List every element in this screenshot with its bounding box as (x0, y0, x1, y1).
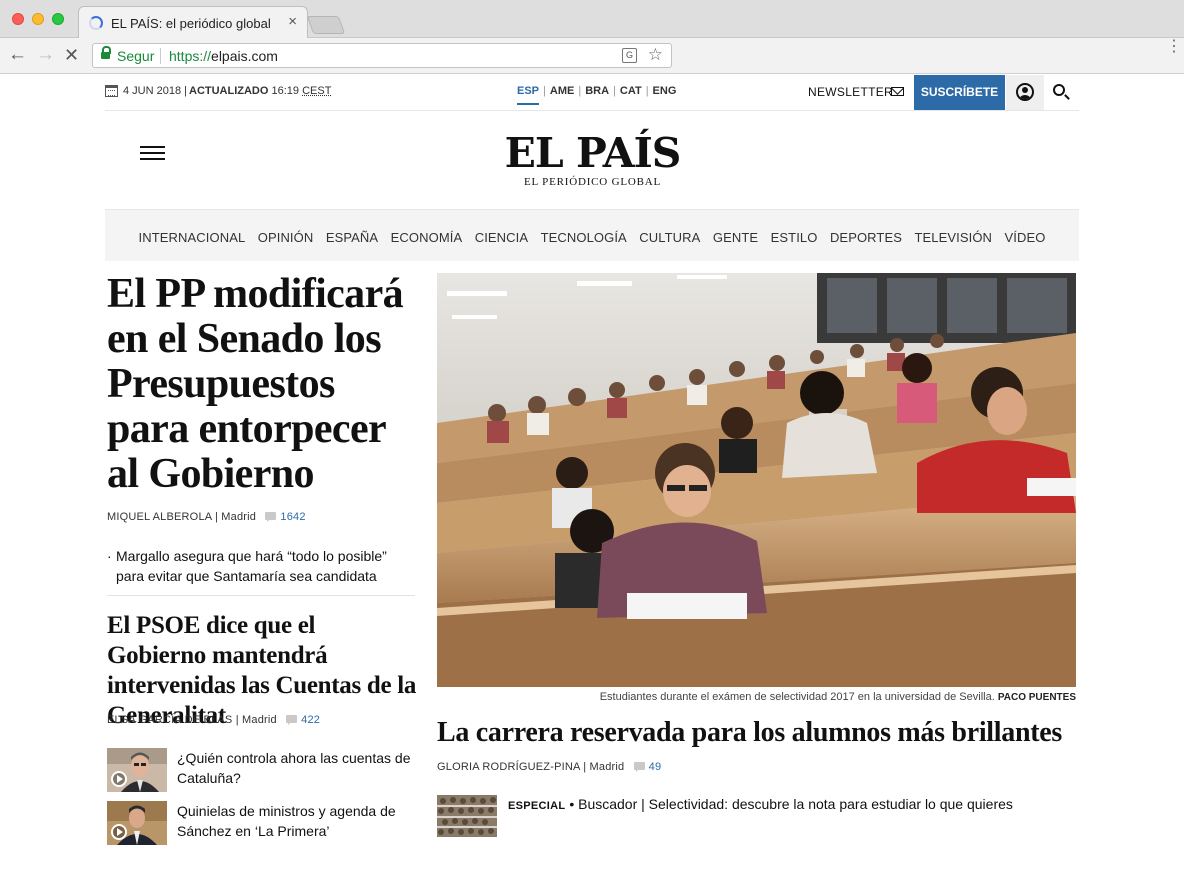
back-arrow-icon[interactable]: ← (8, 44, 27, 66)
user-icon (1016, 83, 1034, 101)
play-icon (111, 771, 127, 787)
comment-icon (265, 512, 277, 522)
section-link-espana[interactable]: ESPAÑA (326, 210, 378, 265)
comment-icon (286, 715, 298, 725)
logo-title: EL PAÍS (504, 129, 682, 177)
section-link-tecnologia[interactable]: TECNOLOGÍA (541, 210, 627, 265)
video-thumbnail[interactable] (107, 801, 167, 845)
edition-selector: ESP | AME | BRA | CAT | ENG (517, 85, 676, 105)
section-link-gente[interactable]: GENTE (713, 210, 758, 265)
user-account-button[interactable] (1006, 75, 1044, 110)
window-minimize-button[interactable] (32, 13, 44, 25)
new-tab-button[interactable] (306, 16, 346, 34)
section-nav: INTERNACIONAL OPINIÓN ESPAÑA ECONOMÍA CI… (105, 209, 1079, 261)
special-thumbnail[interactable] (437, 795, 497, 837)
second-city: | Madrid (235, 714, 277, 726)
updated-label: ACTUALIZADO (189, 85, 269, 97)
lead-photo[interactable] (437, 273, 1076, 687)
mail-icon[interactable] (891, 87, 904, 96)
timezone: CEST (302, 85, 332, 97)
search-icon[interactable] (1053, 84, 1065, 96)
list-item[interactable]: Quinielas de ministros y agenda de Sánch… (107, 801, 417, 845)
bookmark-star-icon[interactable]: ☆ (648, 45, 663, 65)
edition-ame[interactable]: AME (550, 85, 574, 97)
section-link-television[interactable]: TELEVISIÓN (914, 210, 992, 265)
second-headline[interactable]: El PSOE dice que el Gobierno mantendrá i… (107, 611, 417, 731)
tab-title: EL PAÍS: el periódico global (111, 16, 271, 31)
subscribe-button[interactable]: SUSCRÍBETE (914, 75, 1005, 110)
second-author[interactable]: ELSA GARCÍA DE BLAS (107, 714, 232, 726)
url-scheme: https:// (169, 48, 212, 64)
edition-cat[interactable]: CAT (620, 85, 642, 97)
lead-byline: MIQUEL ALBEROLA | Madrid 1642 (107, 511, 306, 523)
photo-story-comment-count[interactable]: 49 (649, 761, 662, 773)
updated-time: 16:19 (271, 85, 300, 97)
section-link-opinion[interactable]: OPINIÓN (258, 210, 314, 265)
lead-city: | Madrid (214, 511, 257, 523)
translate-icon[interactable]: G (622, 48, 637, 63)
top-bar: 4 JUN 2018 | ACTUALIZADO 16:19 CEST ESP |… (105, 75, 1079, 111)
updated-text: ACTUALIZADO 16:19 CEST (189, 85, 331, 97)
section-link-internacional[interactable]: INTERNACIONAL (139, 210, 246, 265)
photo-story-headline[interactable]: La carrera reservada para los alumnos má… (437, 717, 1077, 749)
list-item-text: ¿Quién controla ahora las cuentas de Cat… (177, 750, 411, 786)
site-logo[interactable]: EL PAÍS EL PERIÓDICO GLOBAL (490, 131, 695, 188)
calendar-icon (105, 85, 118, 97)
related-link[interactable]: · Margallo asegura que hará “todo lo pos… (107, 546, 417, 586)
related-bullet: · (107, 548, 112, 564)
section-link-economia[interactable]: ECONOMÍA (391, 210, 463, 265)
section-link-ciencia[interactable]: CIENCIA (475, 210, 528, 265)
loading-spinner-icon (89, 16, 103, 30)
browser-titlebar: EL PAÍS: el periódico global × (0, 0, 1184, 39)
lead-headline[interactable]: El PP modificará en el Senado los Presup… (107, 272, 417, 497)
edition-esp[interactable]: ESP (517, 85, 540, 105)
logo-subtitle: EL PERIÓDICO GLOBAL (523, 176, 661, 188)
lead-comment-count[interactable]: 1642 (280, 511, 305, 523)
forward-arrow-icon[interactable]: → (36, 44, 55, 66)
photo-story-author[interactable]: GLORIA RODRÍGUEZ-PINA (437, 761, 580, 773)
date-text: 4 JUN 2018 | (123, 85, 188, 97)
edition-bra[interactable]: BRA (585, 85, 609, 97)
video-thumbnail[interactable] (107, 748, 167, 792)
browser-menu-icon[interactable]: ⋮ (1166, 39, 1182, 55)
address-separator (160, 48, 161, 64)
list-item[interactable]: ¿Quién controla ahora las cuentas de Cat… (107, 748, 417, 792)
photo-credit: PACO PUENTES (997, 692, 1076, 703)
section-link-video[interactable]: VÍDEO (1005, 210, 1046, 265)
second-comment-count[interactable]: 422 (301, 714, 320, 726)
browser-toolbar: ← → ✕ Segur https://elpais.com G ☆ ⋮ (0, 38, 1184, 74)
url-text[interactable]: https://elpais.com (169, 48, 278, 64)
stop-loading-icon[interactable]: ✕ (64, 44, 79, 66)
url-host: elpais.com (211, 48, 278, 64)
special-tag: ESPECIAL (508, 800, 566, 812)
related-text: Margallo asegura que hará “todo lo posib… (116, 548, 387, 584)
window-maximize-button[interactable] (52, 13, 64, 25)
list-item-text: Quinielas de ministros y agenda de Sánch… (177, 803, 396, 839)
secure-label: Segur (117, 48, 155, 64)
special-link[interactable]: ESPECIAL • Buscador | Selectividad: desc… (508, 796, 1013, 812)
comment-icon (633, 762, 645, 772)
address-bar[interactable]: Segur https://elpais.com G ☆ (92, 43, 672, 68)
page-content: 4 JUN 2018 | ACTUALIZADO 16:19 CEST ESP |… (0, 75, 1184, 878)
photo-story-city: | Madrid (583, 761, 625, 773)
tab-close-icon[interactable]: × (288, 13, 297, 30)
lead-author[interactable]: MIQUEL ALBEROLA (107, 511, 212, 523)
section-link-deportes[interactable]: DEPORTES (830, 210, 902, 265)
play-icon (111, 824, 127, 840)
edition-eng[interactable]: ENG (653, 85, 677, 97)
section-link-estilo[interactable]: ESTILO (771, 210, 818, 265)
divider (107, 595, 415, 596)
section-link-cultura[interactable]: CULTURA (639, 210, 700, 265)
browser-tab[interactable]: EL PAÍS: el periódico global × (78, 6, 308, 39)
second-byline: ELSA GARCÍA DE BLAS | Madrid 422 (107, 714, 320, 726)
special-separator: • (569, 796, 575, 812)
photo-caption: Estudiantes durante el exámen de selecti… (437, 691, 1076, 703)
hamburger-menu-icon[interactable] (140, 146, 165, 160)
photo-story-byline: GLORIA RODRÍGUEZ-PINA | Madrid 49 (437, 761, 661, 773)
lock-icon (101, 46, 111, 61)
special-text: Buscador | Selectividad: descubre la not… (578, 796, 1013, 812)
newsletter-link[interactable]: NEWSLETTER (808, 85, 893, 99)
window-close-button[interactable] (12, 13, 24, 25)
caption-text: Estudiantes durante el exámen de selecti… (599, 691, 995, 703)
